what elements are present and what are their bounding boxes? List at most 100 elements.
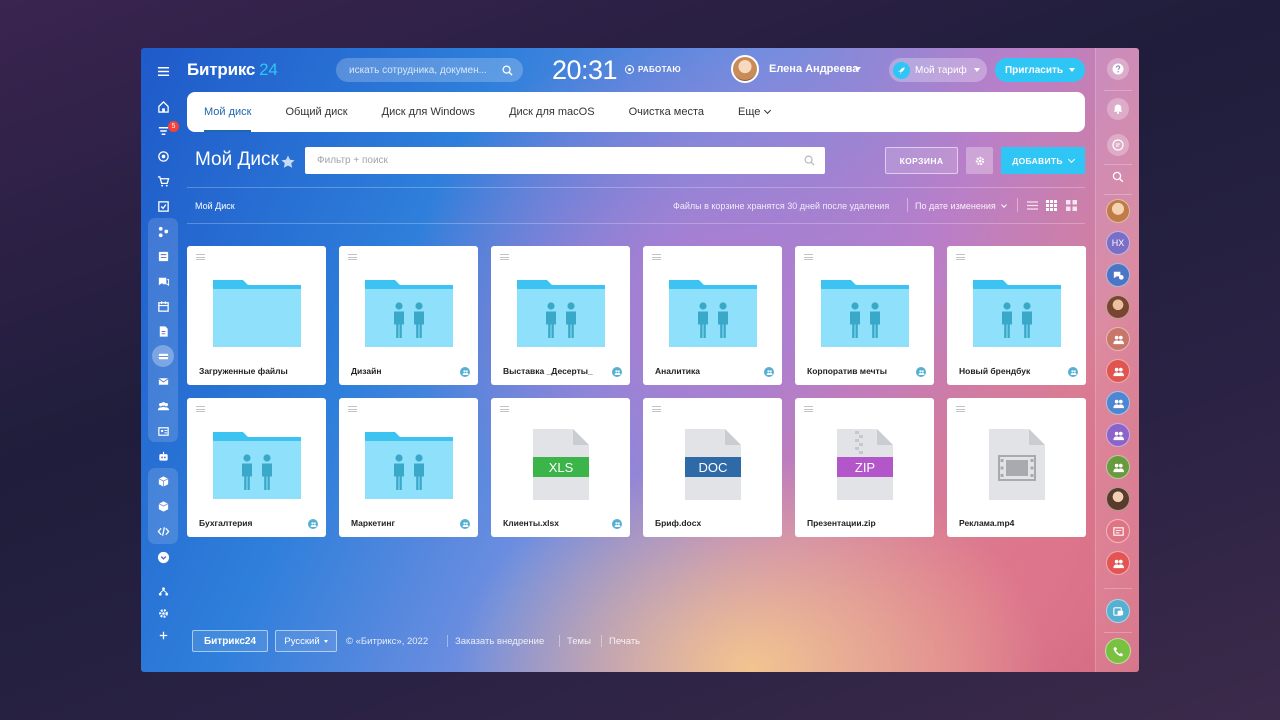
contact-avatar[interactable]	[1106, 487, 1130, 511]
clock[interactable]: 20:31	[552, 55, 618, 86]
help-icon[interactable]	[1107, 58, 1129, 80]
footer-link-print[interactable]: Печать	[609, 636, 640, 647]
file-card[interactable]: ZIP Презентации.zip	[795, 398, 934, 537]
folder-card[interactable]: Дизайн	[339, 246, 478, 385]
tasks-icon[interactable]	[154, 197, 172, 215]
card-menu-icon[interactable]	[196, 406, 205, 412]
add-button[interactable]: ДОБАВИТЬ	[1001, 147, 1085, 174]
card-menu-icon[interactable]	[348, 254, 357, 260]
team-icon[interactable]	[154, 397, 172, 415]
card-menu-icon[interactable]	[196, 254, 205, 260]
card-menu-icon[interactable]	[500, 406, 509, 412]
work-status[interactable]: РАБОТАЮ	[625, 65, 681, 74]
disk-icon[interactable]	[152, 345, 174, 367]
divider	[1104, 632, 1132, 633]
folder-card[interactable]: Бухгалтерия	[187, 398, 326, 537]
document-icon[interactable]	[154, 322, 172, 340]
mail-icon[interactable]	[154, 372, 172, 390]
group-chat-avatar[interactable]	[1106, 263, 1130, 287]
filter-search[interactable]	[305, 147, 825, 174]
folder-card[interactable]: Маркетинг	[339, 398, 478, 537]
tab-cleanup[interactable]: Очистка места	[629, 92, 704, 132]
contact-avatar[interactable]	[1106, 295, 1130, 319]
box-icon[interactable]	[154, 472, 172, 490]
folder-card[interactable]: Новый брендбук	[947, 246, 1086, 385]
contact-card-icon[interactable]	[154, 422, 172, 440]
language-select[interactable]: Русский	[275, 630, 337, 652]
group-avatar[interactable]	[1106, 391, 1130, 415]
card-menu-icon[interactable]	[804, 254, 813, 260]
search-icon[interactable]	[804, 155, 815, 166]
add-icon[interactable]	[154, 626, 172, 644]
card-menu-icon[interactable]	[804, 406, 813, 412]
tab-disk-windows[interactable]: Диск для Windows	[382, 92, 475, 132]
file-card[interactable]: XLS Клиенты.xlsx	[491, 398, 630, 537]
tab-my-disk[interactable]: Мой диск	[204, 92, 252, 132]
group-avatar[interactable]	[1106, 551, 1130, 575]
search-icon[interactable]	[1107, 166, 1129, 188]
open-lines-icon[interactable]	[1106, 599, 1130, 623]
trash-button[interactable]: КОРЗИНА	[885, 147, 958, 174]
card-menu-icon[interactable]	[956, 406, 965, 412]
global-search-input[interactable]	[349, 64, 502, 76]
user-menu-caret-icon[interactable]	[855, 67, 861, 71]
phone-icon[interactable]	[1105, 638, 1131, 664]
group-avatar[interactable]	[1106, 327, 1130, 351]
folder-card[interactable]: Аналитика	[643, 246, 782, 385]
folder-card[interactable]: Выставка _Десерты_	[491, 246, 630, 385]
card-menu-icon[interactable]	[500, 254, 509, 260]
filter-input[interactable]	[317, 155, 804, 166]
file-card[interactable]: Реклама.mp4	[947, 398, 1086, 537]
grid-view-icon[interactable]	[1046, 200, 1057, 211]
code-icon[interactable]	[154, 522, 172, 540]
breadcrumb[interactable]: Мой Диск	[195, 201, 235, 211]
contact-avatar[interactable]	[1106, 199, 1130, 223]
folder-card[interactable]: Загруженные файлы	[187, 246, 326, 385]
menu-icon[interactable]	[154, 62, 172, 80]
workflow-icon[interactable]	[154, 222, 172, 240]
logo[interactable]: Битрикс 24	[187, 60, 278, 80]
card-menu-icon[interactable]	[956, 254, 965, 260]
star-icon[interactable]	[280, 154, 296, 170]
chevron-down-circle-icon[interactable]	[154, 548, 172, 566]
folder-card[interactable]: Корпоратив мечты	[795, 246, 934, 385]
card-menu-icon[interactable]	[652, 254, 661, 260]
contact-avatar-initials[interactable]: НХ	[1106, 231, 1130, 255]
tile-view-icon[interactable]	[1066, 200, 1077, 211]
home-icon[interactable]	[154, 97, 172, 115]
robot-icon[interactable]	[154, 447, 172, 465]
messages-icon[interactable]	[1107, 134, 1129, 156]
footer-logo[interactable]: Битрикс24	[192, 630, 268, 652]
shared-folder-icon	[365, 280, 453, 347]
feed-icon[interactable]	[154, 247, 172, 265]
channel-avatar[interactable]	[1106, 519, 1130, 543]
footer-link-order[interactable]: Заказать внедрение	[455, 636, 544, 647]
settings-button[interactable]	[966, 147, 993, 174]
tab-more[interactable]: Еще	[738, 92, 772, 132]
card-menu-icon[interactable]	[652, 406, 661, 412]
global-search[interactable]	[336, 58, 523, 82]
file-card[interactable]: DOC Бриф.docx	[643, 398, 782, 537]
structure-icon[interactable]	[154, 582, 172, 600]
user-avatar[interactable]	[731, 55, 759, 83]
search-icon[interactable]	[502, 64, 513, 76]
user-name[interactable]: Елена Андреева	[769, 63, 858, 75]
footer-link-themes[interactable]: Темы	[567, 636, 591, 647]
group-avatar[interactable]	[1106, 423, 1130, 447]
tab-common-disk[interactable]: Общий диск	[285, 92, 347, 132]
cart-icon[interactable]	[154, 172, 172, 190]
card-menu-icon[interactable]	[348, 406, 357, 412]
group-avatar[interactable]	[1106, 359, 1130, 383]
list-view-icon[interactable]	[1027, 200, 1038, 211]
package-icon[interactable]	[154, 497, 172, 515]
my-plan-button[interactable]: Мой тариф	[889, 58, 987, 82]
calendar-icon[interactable]	[154, 297, 172, 315]
bell-icon[interactable]	[1107, 98, 1129, 120]
settings-icon[interactable]	[154, 604, 172, 622]
invite-button[interactable]: Пригласить	[995, 58, 1085, 82]
tab-disk-macos[interactable]: Диск для macOS	[509, 92, 595, 132]
chat-icon[interactable]	[154, 272, 172, 290]
sort-select[interactable]: По дате изменения	[915, 201, 1007, 211]
group-avatar[interactable]	[1106, 455, 1130, 479]
target-icon[interactable]	[154, 147, 172, 165]
